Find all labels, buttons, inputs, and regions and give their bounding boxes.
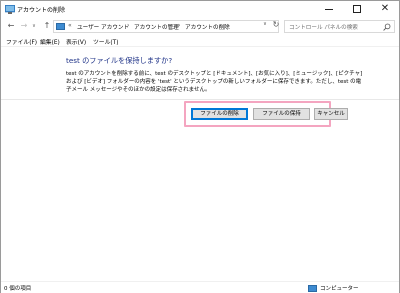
up-arrow-icon[interactable]: ↑ (42, 20, 52, 32)
address-bar[interactable]: « ユーザー アカウント › アカウントの管理 › アカウントの削除 (53, 20, 279, 33)
minimize-icon (325, 8, 333, 10)
refresh-icon[interactable]: ↻ (271, 19, 281, 30)
menu-view[interactable]: 表示(V) (66, 37, 86, 46)
breadcrumb-overflow-icon[interactable]: « (68, 22, 72, 29)
divider (1, 99, 399, 100)
description-text: test のアカウントを削除する前に、test のデスクトップと [ドキュメント… (66, 71, 363, 93)
address-row: ← → ∨ ↑ « ユーザー アカウント › アカウントの管理 › アカウントの… (1, 18, 399, 34)
breadcrumb-user-accounts[interactable]: ユーザー アカウント (77, 23, 129, 31)
back-arrow-icon[interactable]: ← (6, 20, 16, 32)
title-bar: アカウントの削除 ✕ (1, 1, 399, 18)
maximize-icon (353, 5, 361, 13)
keep-files-button[interactable]: ファイルの保持 (253, 108, 310, 120)
breadcrumb-delete-account[interactable]: アカウントの削除 (185, 23, 230, 31)
control-panel-icon (56, 23, 65, 30)
search-icon (383, 23, 391, 31)
address-dropdown-icon[interactable]: ∨ (261, 19, 269, 30)
close-icon: ✕ (380, 3, 390, 14)
user-accounts-icon (5, 5, 15, 14)
menu-edit[interactable]: 編集(E) (40, 37, 60, 46)
minimize-button[interactable] (315, 1, 343, 17)
search-input[interactable]: コントロール パネルの検索 (284, 20, 395, 33)
status-bar: 0 個の項目 コンピューター (1, 281, 399, 293)
maximize-button[interactable] (343, 1, 371, 17)
window: アカウントの削除 ✕ ← → ∨ ↑ « ユーザー アカウント › アカウントの… (0, 0, 400, 293)
menu-tools[interactable]: ツール(T) (93, 37, 118, 46)
window-title: アカウントの削除 (17, 7, 66, 14)
breadcrumb-manage-accounts[interactable]: アカウントの管理 (134, 23, 179, 31)
close-button[interactable]: ✕ (371, 1, 399, 17)
forward-arrow-icon[interactable]: → (19, 20, 29, 32)
delete-files-button[interactable]: ファイルの削除 (191, 108, 248, 120)
recent-locations-icon[interactable]: ∨ (31, 20, 37, 32)
breadcrumb-separator-icon: › (127, 22, 130, 29)
item-count: 0 個の項目 (4, 286, 32, 292)
breadcrumb-separator-icon: › (178, 22, 181, 29)
cancel-button[interactable]: キャンセル (314, 108, 348, 120)
computer-icon (308, 285, 317, 292)
menu-file[interactable]: ファイル(F) (6, 37, 37, 46)
status-location: コンピューター (320, 286, 359, 292)
menu-bar: ファイル(F) 編集(E) 表示(V) ツール(T) (1, 35, 399, 47)
page-title: test のファイルを保持しますか? (66, 56, 173, 65)
search-placeholder: コントロール パネルの検索 (289, 25, 358, 31)
